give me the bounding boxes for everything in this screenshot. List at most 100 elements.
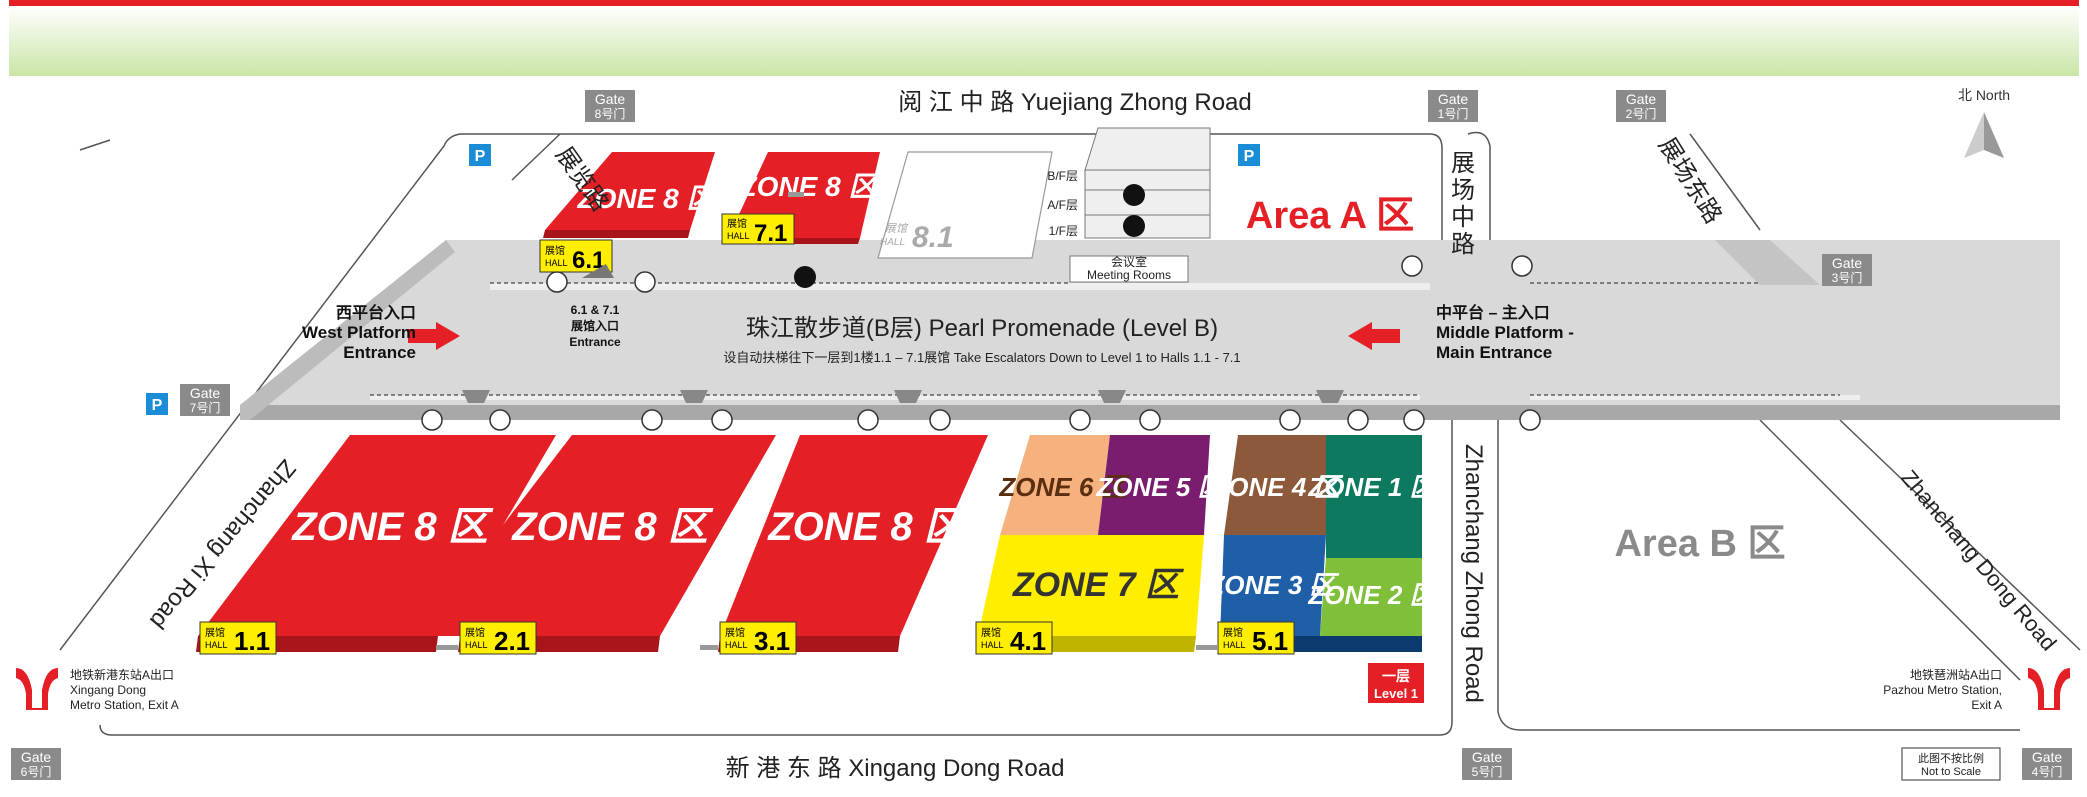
- hall-en: HALL: [205, 640, 228, 650]
- gate-label: Gate: [190, 385, 221, 401]
- level-en: Level 1: [1374, 686, 1418, 701]
- level-cn: 一层: [1382, 668, 1410, 684]
- hall-badge-2-1[interactable]: 展馆 HALL 2.1: [459, 621, 537, 656]
- gate-sub: 6号门: [21, 764, 52, 779]
- hall-badge-1-1[interactable]: 展馆 HALL 1.1: [199, 621, 277, 656]
- west-entrance-en2: Entrance: [343, 343, 416, 362]
- hall-num: 5.1: [1252, 626, 1288, 656]
- parking-label: P: [152, 397, 163, 414]
- hall-entrance-cn1: 6.1 & 7.1: [571, 303, 620, 317]
- parking-label: P: [1244, 148, 1255, 165]
- hall-cn: 展馆: [205, 626, 225, 639]
- zone-label-8e: ZONE 8 区: [767, 505, 970, 549]
- hall-en: HALL: [1223, 640, 1246, 650]
- metro-west-en2: Metro Station, Exit A: [70, 698, 179, 712]
- restroom-icon: [641, 409, 663, 431]
- restroom-icon: [1347, 409, 1369, 431]
- restroom-icon: [1519, 409, 1541, 431]
- restroom-icon: [421, 409, 443, 431]
- hall-num: 8.1: [912, 221, 954, 254]
- hall-en: HALL: [545, 258, 568, 268]
- north-arrow-icon: [1964, 112, 1984, 158]
- zone-label-5: ZONE 5 区: [1095, 472, 1227, 502]
- gate-label: Gate: [1472, 749, 1503, 765]
- gate-label: Gate: [2032, 749, 2063, 765]
- west-entrance-cn: 西平台入口: [336, 303, 416, 322]
- hall-badge-5-1[interactable]: 展馆 HALL 5.1: [1217, 621, 1295, 656]
- hall-en: HALL: [725, 640, 748, 650]
- hall-num: 4.1: [1010, 626, 1046, 656]
- area-a-label: Area A 区: [1246, 195, 1414, 237]
- restroom-icon: [1401, 255, 1423, 277]
- hall-cn: 展馆: [465, 626, 485, 639]
- restroom-icon: [857, 409, 879, 431]
- restroom-icon: [1403, 409, 1425, 431]
- hall-cn: 展馆: [981, 626, 1001, 639]
- restroom-icon: [1279, 409, 1301, 431]
- parking-sign-2: P: [1238, 144, 1260, 166]
- hall-cn: 展馆: [1223, 626, 1243, 639]
- promenade-title: 珠江散步道(B层) Pearl Promenade (Level B): [746, 315, 1218, 342]
- gate-sub: 2号门: [1626, 106, 1657, 121]
- road-east-en: Zhanchang Dong Road: [1896, 465, 2061, 655]
- hall-badge-7-1[interactable]: 展馆 HALL 7.1: [721, 213, 795, 247]
- gate-2: Gate 2号门: [1616, 90, 1666, 122]
- gate-sub: 8号门: [595, 106, 626, 121]
- zone-label-8c: ZONE 8 区: [291, 505, 494, 549]
- metro-east-cn: 地铁琶洲站A出口: [1910, 668, 2002, 682]
- north-indicator: 北 North: [1958, 87, 2010, 158]
- zone-label-2: ZONE 2 区: [1307, 580, 1439, 610]
- metro-east-en1: Pazhou Metro Station,: [1883, 683, 2002, 697]
- gate-label: Gate: [1832, 255, 1863, 271]
- header-band: [9, 6, 2079, 76]
- gate-label: Gate: [595, 91, 626, 107]
- promenade-subtitle: 设自动扶梯往下一层到1楼1.1 – 7.1展馆 Take Escalators …: [723, 350, 1240, 365]
- restroom-icon: [1139, 409, 1161, 431]
- restroom-icon: [546, 271, 568, 293]
- metro-west-cn: 地铁新港东站A出口: [70, 667, 174, 682]
- parking-sign-3: P: [146, 393, 168, 415]
- road-middle-en: Zhanchang Zhong Road: [1460, 444, 1487, 703]
- meeting-floor-a: A/F层: [1047, 198, 1078, 212]
- hall-4-1-zones[interactable]: [976, 435, 1210, 652]
- hall-5-1-zones[interactable]: [1218, 435, 1422, 652]
- restroom-icon: [929, 409, 951, 431]
- metro-east: 地铁琶洲站A出口 Pazhou Metro Station, Exit A: [1883, 668, 2070, 712]
- level-1-badge: 一层 Level 1: [1368, 663, 1424, 703]
- restroom-icon: [1069, 409, 1091, 431]
- zone-label-7: ZONE 7 区: [1012, 566, 1184, 604]
- restaurant-icon: [794, 266, 816, 288]
- meeting-en: Meeting Rooms: [1087, 268, 1171, 282]
- restaurant-icon: [1123, 215, 1145, 237]
- gate-sub: 4号门: [2032, 764, 2063, 779]
- zone-label-8b: ZONE 8 区: [739, 171, 882, 202]
- gate-sub: 1号门: [1438, 106, 1469, 121]
- area-b-label: Area B 区: [1614, 523, 1785, 565]
- zone-label-1: ZONE 1 区: [1307, 472, 1439, 502]
- exhibition-floor-map: 一层 Level 1 ZONE 8 区 ZONE 8 区 ZONE 8 区 ZO…: [9, 0, 2081, 782]
- hall-en: HALL: [727, 231, 750, 241]
- road-north: 阅 江 中 路 Yuejiang Zhong Road: [898, 89, 1252, 116]
- hall-cn: 展馆: [725, 626, 745, 639]
- road-middle-cn: 展场中路: [1447, 150, 1475, 258]
- metro-east-en2: Exit A: [1971, 698, 2002, 712]
- scale-note: 此图不按比例 Not to Scale: [1901, 747, 2001, 781]
- north-label: 北 North: [1958, 87, 2010, 103]
- hall-cn: 展馆: [545, 244, 565, 257]
- hall-en: HALL: [465, 640, 488, 650]
- parking-label: P: [475, 148, 486, 165]
- restroom-icon: [489, 409, 511, 431]
- hall-num: 1.1: [234, 626, 270, 656]
- gate-3: Gate 3号门: [1822, 254, 1872, 286]
- hall-entrance-en: Entrance: [569, 335, 621, 349]
- hall-en: HALL: [880, 237, 905, 248]
- hall-badge-4-1[interactable]: 展馆 HALL 4.1: [975, 621, 1053, 656]
- gate-4: Gate 4号门: [2022, 748, 2072, 780]
- gate-1: Gate 1号门: [1428, 90, 1478, 122]
- hall-badge-3-1[interactable]: 展馆 HALL 3.1: [719, 621, 797, 656]
- parking-sign-1: P: [469, 144, 491, 166]
- west-entrance-en1: West Platform: [302, 323, 416, 342]
- header-red-line: [9, 0, 2079, 6]
- hall-num: 3.1: [754, 626, 790, 656]
- gate-label: Gate: [1438, 91, 1469, 107]
